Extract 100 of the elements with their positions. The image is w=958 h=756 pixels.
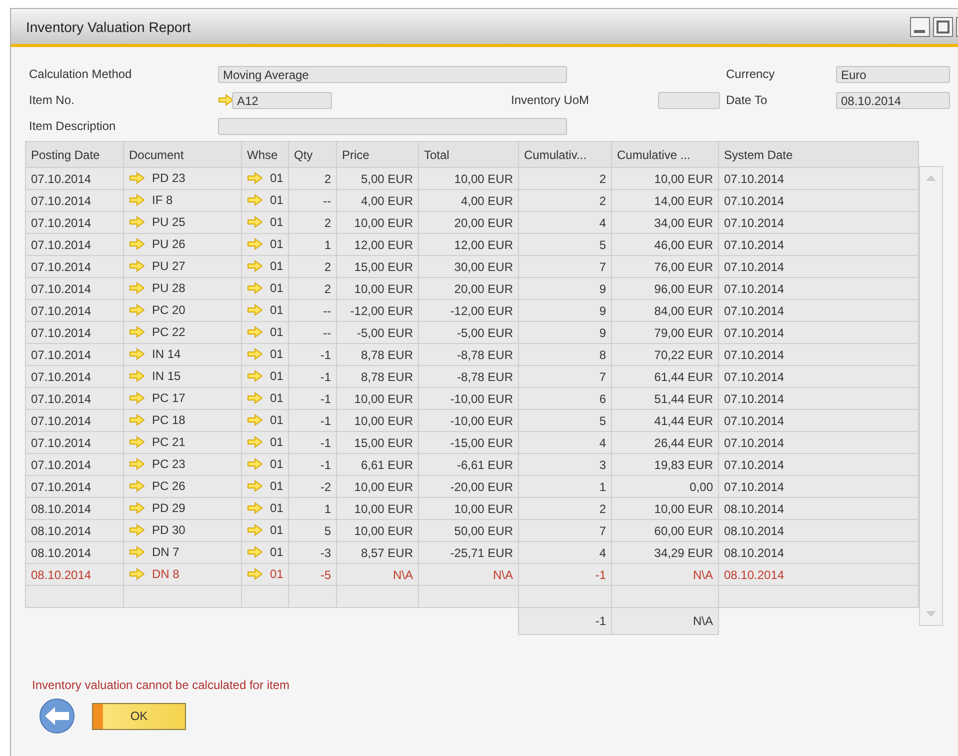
link-arrow-icon[interactable] — [129, 568, 145, 580]
link-arrow-icon[interactable] — [218, 94, 234, 106]
table-cell: 08.10.2014 — [31, 568, 92, 582]
link-arrow-icon[interactable] — [247, 392, 263, 404]
table-cell: -10,00 EUR — [450, 414, 513, 428]
column-header[interactable]: System Date — [718, 142, 918, 168]
table-cell: 10,00 EUR — [454, 502, 513, 516]
table-cell: DN 8 — [152, 566, 180, 580]
table-cell: 07.10.2014 — [724, 282, 784, 296]
link-arrow-icon[interactable] — [247, 194, 263, 206]
link-arrow-icon[interactable] — [247, 370, 263, 382]
table-cell: 01 — [270, 258, 284, 272]
column-header[interactable]: Whse — [242, 142, 288, 168]
link-arrow-icon[interactable] — [129, 216, 145, 228]
ok-button[interactable]: OK — [92, 702, 186, 730]
link-arrow-icon[interactable] — [129, 546, 145, 558]
table-cell: -8,78 EUR — [456, 370, 513, 384]
link-arrow-icon[interactable] — [129, 348, 145, 360]
link-arrow-icon[interactable] — [247, 282, 263, 294]
table-cell: 51,44 EUR — [654, 392, 713, 406]
table-cell: 1 — [324, 238, 331, 252]
minimize-icon[interactable] — [910, 16, 930, 36]
link-arrow-icon[interactable] — [129, 436, 145, 448]
link-arrow-icon[interactable] — [247, 216, 263, 228]
link-arrow-icon[interactable] — [247, 568, 263, 580]
item-number-field[interactable]: A12 — [232, 92, 332, 108]
table-cell: N\A — [692, 568, 713, 582]
inventory-uom-field[interactable] — [658, 92, 720, 108]
table-cell: PD 29 — [152, 500, 186, 514]
table-cell: 08.10.2014 — [31, 524, 92, 538]
link-arrow-icon[interactable] — [129, 458, 145, 470]
table-cell: 5,00 EUR — [360, 172, 413, 186]
table-cell: 07.10.2014 — [724, 436, 784, 450]
table-cell: 01 — [270, 390, 284, 404]
link-arrow-icon[interactable] — [129, 392, 145, 404]
table-cell: 12,00 EUR — [454, 238, 513, 252]
date-to-field[interactable]: 08.10.2014 — [836, 92, 950, 108]
link-arrow-icon[interactable] — [247, 436, 263, 448]
link-arrow-icon[interactable] — [129, 172, 145, 184]
table-cell: 01 — [270, 456, 284, 470]
link-arrow-icon[interactable] — [247, 348, 263, 360]
link-arrow-icon[interactable] — [247, 414, 263, 426]
link-arrow-icon[interactable] — [247, 172, 263, 184]
table-cell: 07.10.2014 — [31, 172, 92, 186]
link-arrow-icon[interactable] — [247, 326, 263, 338]
table-cell: PD 30 — [152, 522, 186, 536]
field-label: Currency — [725, 67, 776, 81]
link-arrow-icon[interactable] — [129, 502, 145, 514]
item-description-field[interactable] — [218, 118, 567, 134]
table-cell: 5 — [599, 238, 606, 252]
column-header[interactable]: Qty — [288, 142, 336, 168]
column-header[interactable]: Cumulative ... — [612, 142, 718, 168]
maximize-icon[interactable] — [933, 16, 953, 36]
table-cell: -5,00 EUR — [356, 326, 413, 340]
link-arrow-icon[interactable] — [129, 304, 145, 316]
table-cell: -1 — [320, 348, 331, 362]
calculation-method-field[interactable]: Moving Average — [218, 66, 567, 82]
column-header[interactable]: Document — [124, 142, 242, 168]
column-header[interactable]: Posting Date — [26, 142, 124, 168]
column-header[interactable]: Cumulativ... — [518, 142, 612, 168]
link-arrow-icon[interactable] — [247, 480, 263, 492]
table-cell: 10,00 EUR — [354, 524, 413, 538]
table-cell: 8 — [599, 348, 606, 362]
link-arrow-icon[interactable] — [129, 524, 145, 536]
table-cell: 1 — [324, 502, 331, 516]
link-arrow-icon[interactable] — [247, 304, 263, 316]
link-arrow-icon[interactable] — [129, 326, 145, 338]
table-cell: 01 — [270, 522, 284, 536]
link-arrow-icon[interactable] — [129, 282, 145, 294]
link-arrow-icon[interactable] — [247, 524, 263, 536]
link-arrow-icon[interactable] — [129, 260, 145, 272]
link-arrow-icon[interactable] — [247, 502, 263, 514]
link-arrow-icon[interactable] — [129, 194, 145, 206]
table-cell: 07.10.2014 — [724, 238, 784, 252]
link-arrow-icon[interactable] — [129, 370, 145, 382]
link-arrow-icon[interactable] — [247, 458, 263, 470]
table-cell: 7 — [599, 524, 606, 538]
link-arrow-icon[interactable] — [247, 238, 263, 250]
link-arrow-icon[interactable] — [247, 260, 263, 272]
table-cell: 5 — [324, 524, 331, 538]
column-header[interactable]: Price — [336, 142, 418, 168]
column-header[interactable]: Total — [418, 142, 518, 168]
scroll-up-icon[interactable] — [926, 175, 936, 181]
table-cell: 15,00 EUR — [354, 260, 413, 274]
scrollbar[interactable] — [919, 166, 943, 626]
link-arrow-icon[interactable] — [129, 480, 145, 492]
table-cell: 50,00 EUR — [454, 524, 513, 538]
table-cell: 14,00 EUR — [654, 194, 713, 208]
table-cell: 6 — [599, 392, 606, 406]
link-arrow-icon[interactable] — [129, 238, 145, 250]
table-cell: -25,71 EUR — [450, 546, 513, 560]
table-cell: -- — [323, 194, 331, 208]
scroll-down-icon[interactable] — [926, 611, 936, 617]
currency-field[interactable]: Euro — [836, 66, 950, 82]
link-arrow-icon[interactable] — [247, 546, 263, 558]
table-cell: -1 — [320, 458, 331, 472]
table-cell: -- — [323, 326, 331, 340]
table-cell: 01 — [270, 192, 284, 206]
link-arrow-icon[interactable] — [129, 414, 145, 426]
table-cell: 8,78 EUR — [360, 348, 413, 362]
